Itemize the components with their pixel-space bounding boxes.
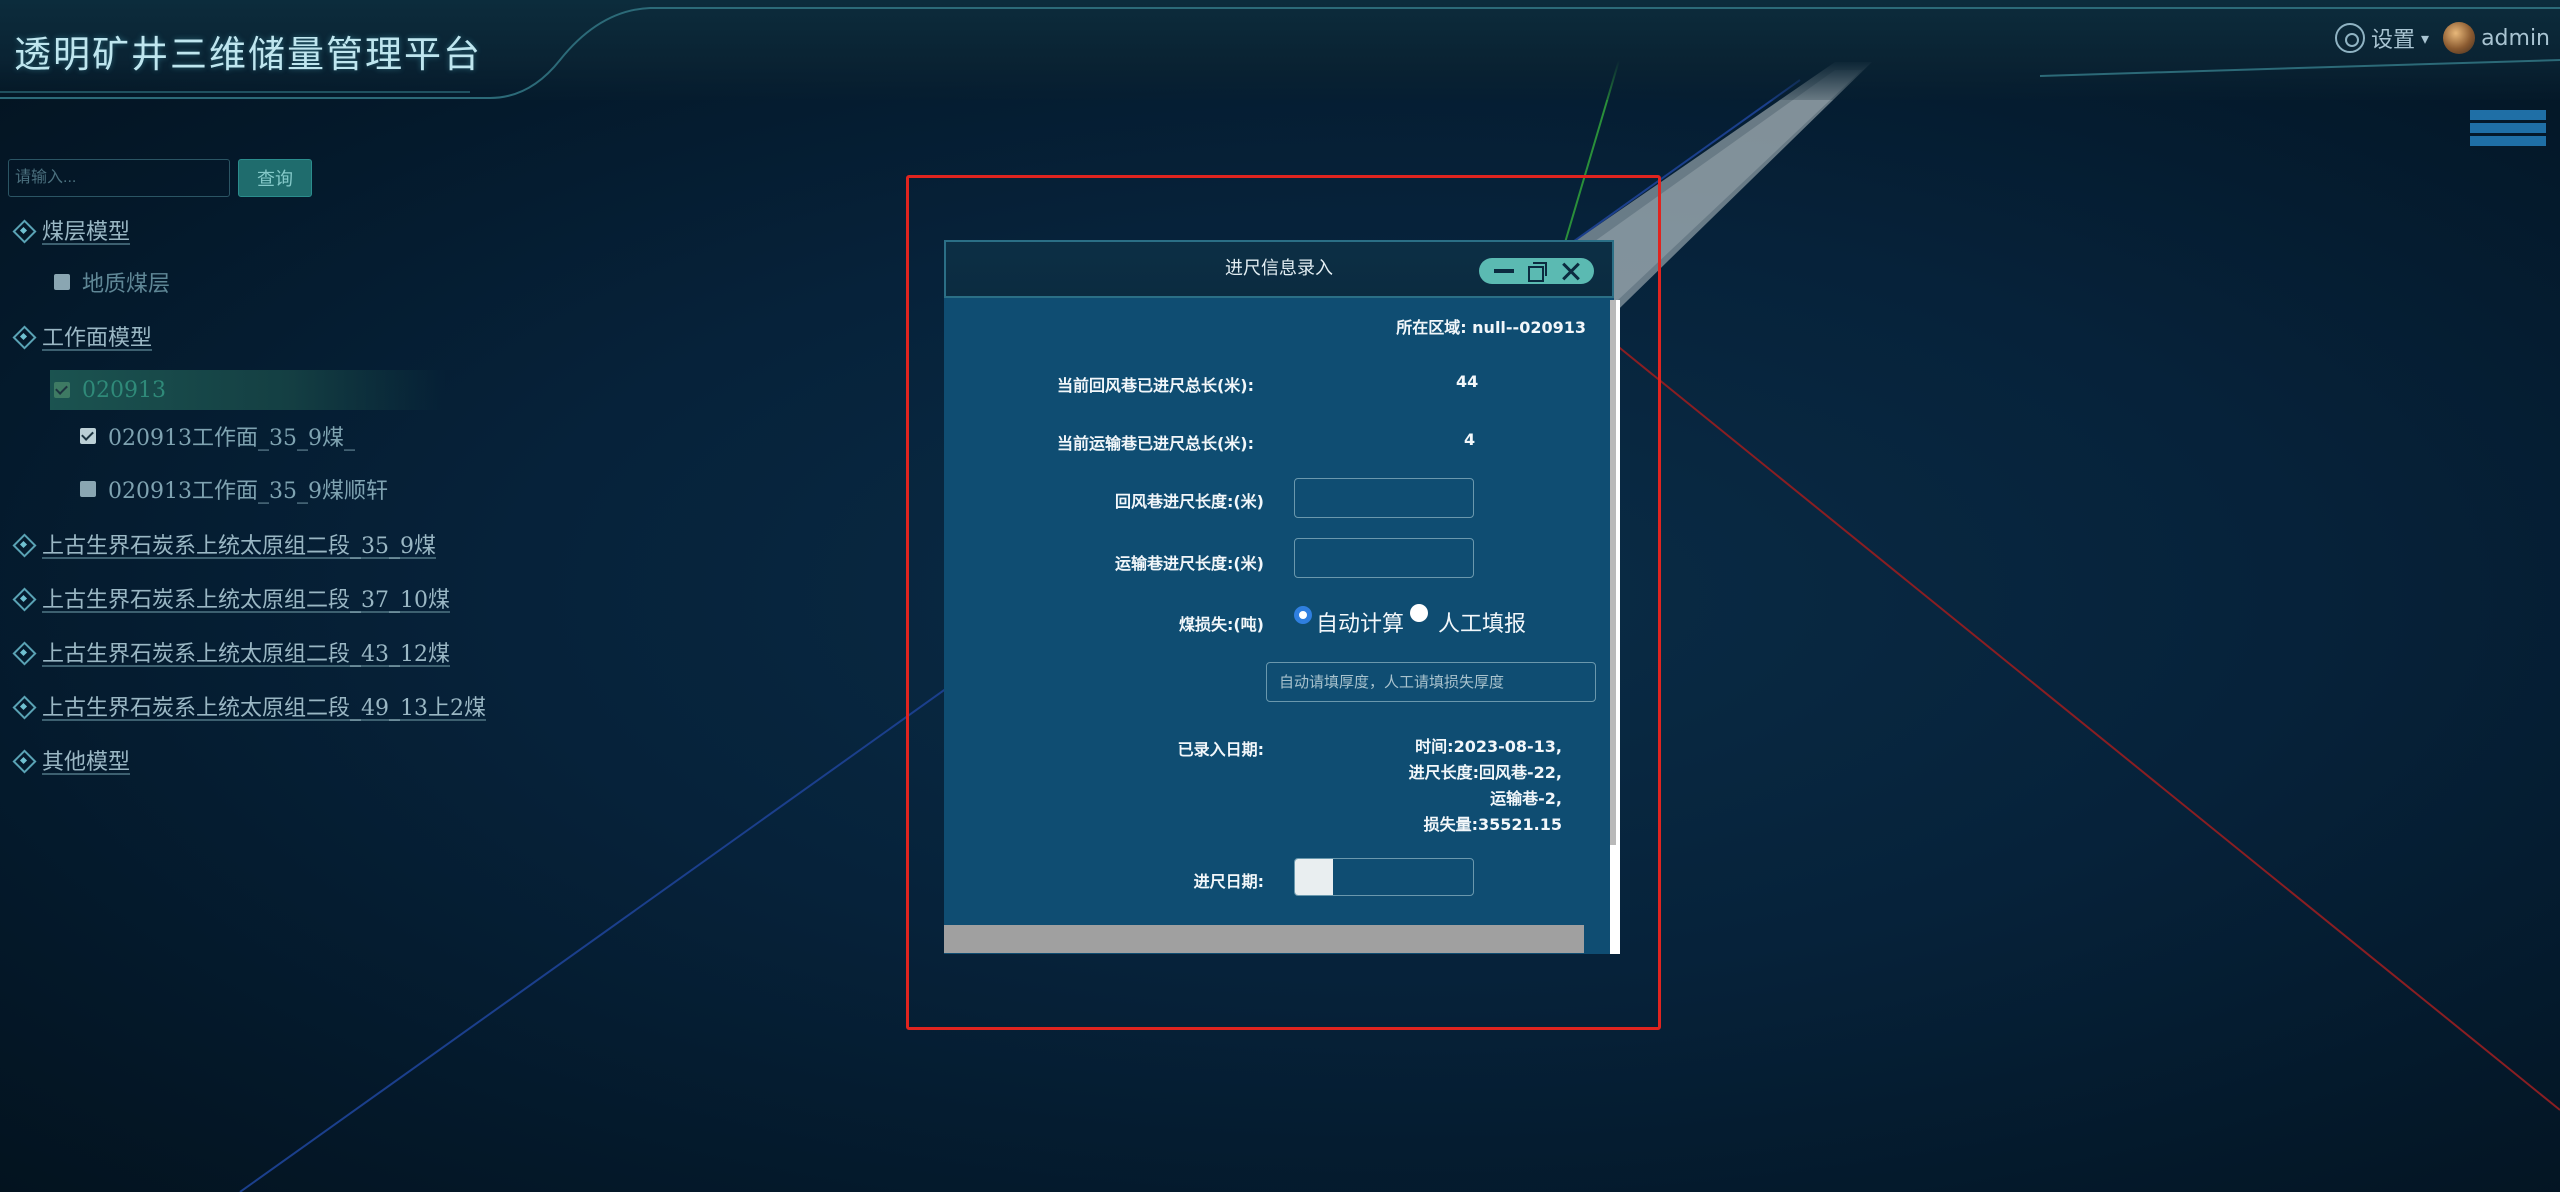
tree-node-label: 020913 (82, 377, 166, 403)
recorded-history: 时间:2023-08-13, 进尺长度:回风巷-22, 运输巷-2, 损失量:3… (1262, 734, 1562, 838)
coal-loss-input[interactable] (1266, 662, 1596, 702)
tree-node-label: 上古生界石炭系上统太原组二段_43_12煤 (42, 642, 450, 667)
recorded-dates-label: 已录入日期: (1177, 740, 1264, 759)
horizontal-scrollbar[interactable] (944, 925, 1584, 953)
gear-icon (2335, 23, 2366, 53)
window-controls (1479, 258, 1594, 284)
user-menu[interactable]: admin (2443, 22, 2550, 54)
minimize-icon[interactable] (1492, 259, 1516, 283)
tree-node-label: 上古生界石炭系上统太原组二段_37_10煤 (42, 588, 450, 613)
history-line: 进尺长度:回风巷-22, (1408, 763, 1562, 782)
radio-manual-label: 人工填报 (1438, 612, 1527, 637)
area-label: 所在区域: null--020913 (1396, 318, 1586, 337)
header-actions: 设置 ▾ admin (2335, 22, 2550, 54)
footage-date-label: 进尺日期: (1193, 872, 1264, 891)
caret-down-icon: ▾ (2421, 28, 2430, 48)
diamond-node-icon (12, 749, 34, 771)
date-picker-knob[interactable] (1295, 859, 1333, 895)
tree-node-seam-49[interactable]: 上古生界石炭系上统太原组二段_49_13上2煤 (0, 689, 486, 723)
diamond-node-icon (12, 587, 34, 609)
return-length-input[interactable] (1294, 478, 1474, 518)
list-menu-icon[interactable] (2470, 110, 2546, 160)
checkbox-checked-icon[interactable] (80, 428, 96, 444)
haul-length-input[interactable] (1294, 538, 1474, 578)
coal-loss-label: 煤损失:(吨) (1178, 615, 1264, 634)
tree-node-label: 020913工作面_35_9煤顺轩 (108, 479, 388, 504)
haul-length-label: 运输巷进尺长度:(米) (1114, 554, 1264, 573)
tree-node-face-child-1[interactable]: 020913工作面_35_9煤_ (80, 419, 355, 453)
top-header: 透明矿井三维储量管理平台 设置 ▾ admin (0, 0, 2560, 100)
tree-node-seam-43[interactable]: 上古生界石炭系上统太原组二段_43_12煤 (0, 635, 450, 669)
tree-node-seam-model[interactable]: 煤层模型 (0, 213, 130, 247)
footage-date-input[interactable] (1294, 858, 1474, 896)
tree-node-label: 其他模型 (42, 750, 131, 775)
dialog-body: 所在区域: null--020913 当前回风巷已进尺总长(米): 44 当前运… (944, 298, 1614, 954)
checkbox-icon[interactable] (54, 274, 70, 290)
tree-node-label: 上古生界石炭系上统太原组二段_49_13上2煤 (42, 696, 486, 721)
search-row: 查询 (8, 159, 312, 197)
search-button[interactable]: 查询 (238, 159, 312, 197)
radio-auto-calc-label: 自动计算 (1316, 612, 1405, 637)
checkbox-checked-icon[interactable] (54, 382, 70, 398)
diamond-node-icon (12, 695, 34, 717)
tree-node-face-model[interactable]: 工作面模型 (0, 319, 152, 353)
return-total-value: 44 (1456, 372, 1479, 391)
settings-menu[interactable]: 设置 ▾ (2335, 22, 2429, 54)
tree-node-seam-35[interactable]: 上古生界石炭系上统太原组二段_35_9煤 (0, 527, 436, 561)
tree-node-seam-37[interactable]: 上古生界石炭系上统太原组二段_37_10煤 (0, 581, 450, 615)
checkbox-icon[interactable] (80, 481, 96, 497)
tree-node-label: 煤层模型 (42, 220, 131, 245)
tree-node-face-child-2[interactable]: 020913工作面_35_9煤顺轩 (80, 472, 388, 506)
tree-node-label: 上古生界石炭系上统太原组二段_35_9煤 (42, 534, 436, 559)
restore-icon[interactable] (1525, 259, 1549, 283)
return-total-label: 当前回风巷已进尺总长(米): (1056, 376, 1254, 395)
footage-entry-dialog: 进尺信息录入 所在区域: null--020913 当前回风巷已进尺总长(米):… (944, 240, 1620, 954)
scrollbar-thumb[interactable] (1610, 300, 1616, 845)
return-length-label: 回风巷进尺长度:(米) (1114, 492, 1264, 511)
tree-node-other-model[interactable]: 其他模型 (0, 743, 130, 777)
history-line: 损失量:35521.15 (1423, 815, 1562, 834)
tree-node-face-020913[interactable]: 020913 (54, 373, 166, 407)
app-title: 透明矿井三维储量管理平台 (14, 33, 482, 76)
search-input[interactable] (8, 159, 230, 197)
diamond-node-icon (12, 219, 34, 241)
diamond-node-icon (12, 325, 34, 347)
tree-node-geo-seam[interactable]: 地质煤层 (54, 265, 170, 299)
close-icon[interactable] (1558, 259, 1582, 283)
diamond-node-icon (12, 533, 34, 555)
axis-red (1609, 339, 2560, 1111)
avatar (2443, 22, 2476, 54)
tree-node-label: 工作面模型 (42, 326, 153, 351)
radio-auto-calc[interactable] (1294, 606, 1312, 624)
diamond-node-icon (12, 641, 34, 663)
dialog-header[interactable]: 进尺信息录入 (944, 240, 1614, 298)
settings-label: 设置 (2371, 28, 2416, 53)
tree-node-label: 地质煤层 (82, 272, 171, 297)
radio-manual[interactable] (1410, 604, 1428, 622)
vertical-scrollbar[interactable] (1610, 300, 1620, 954)
history-line: 时间:2023-08-13, (1415, 737, 1562, 756)
haul-total-label: 当前运输巷已进尺总长(米): (1056, 434, 1254, 453)
history-line: 运输巷-2, (1490, 789, 1562, 808)
haul-total-value: 4 (1464, 430, 1476, 449)
tree-node-label: 020913工作面_35_9煤_ (108, 426, 355, 451)
user-name: admin (2481, 25, 2550, 51)
